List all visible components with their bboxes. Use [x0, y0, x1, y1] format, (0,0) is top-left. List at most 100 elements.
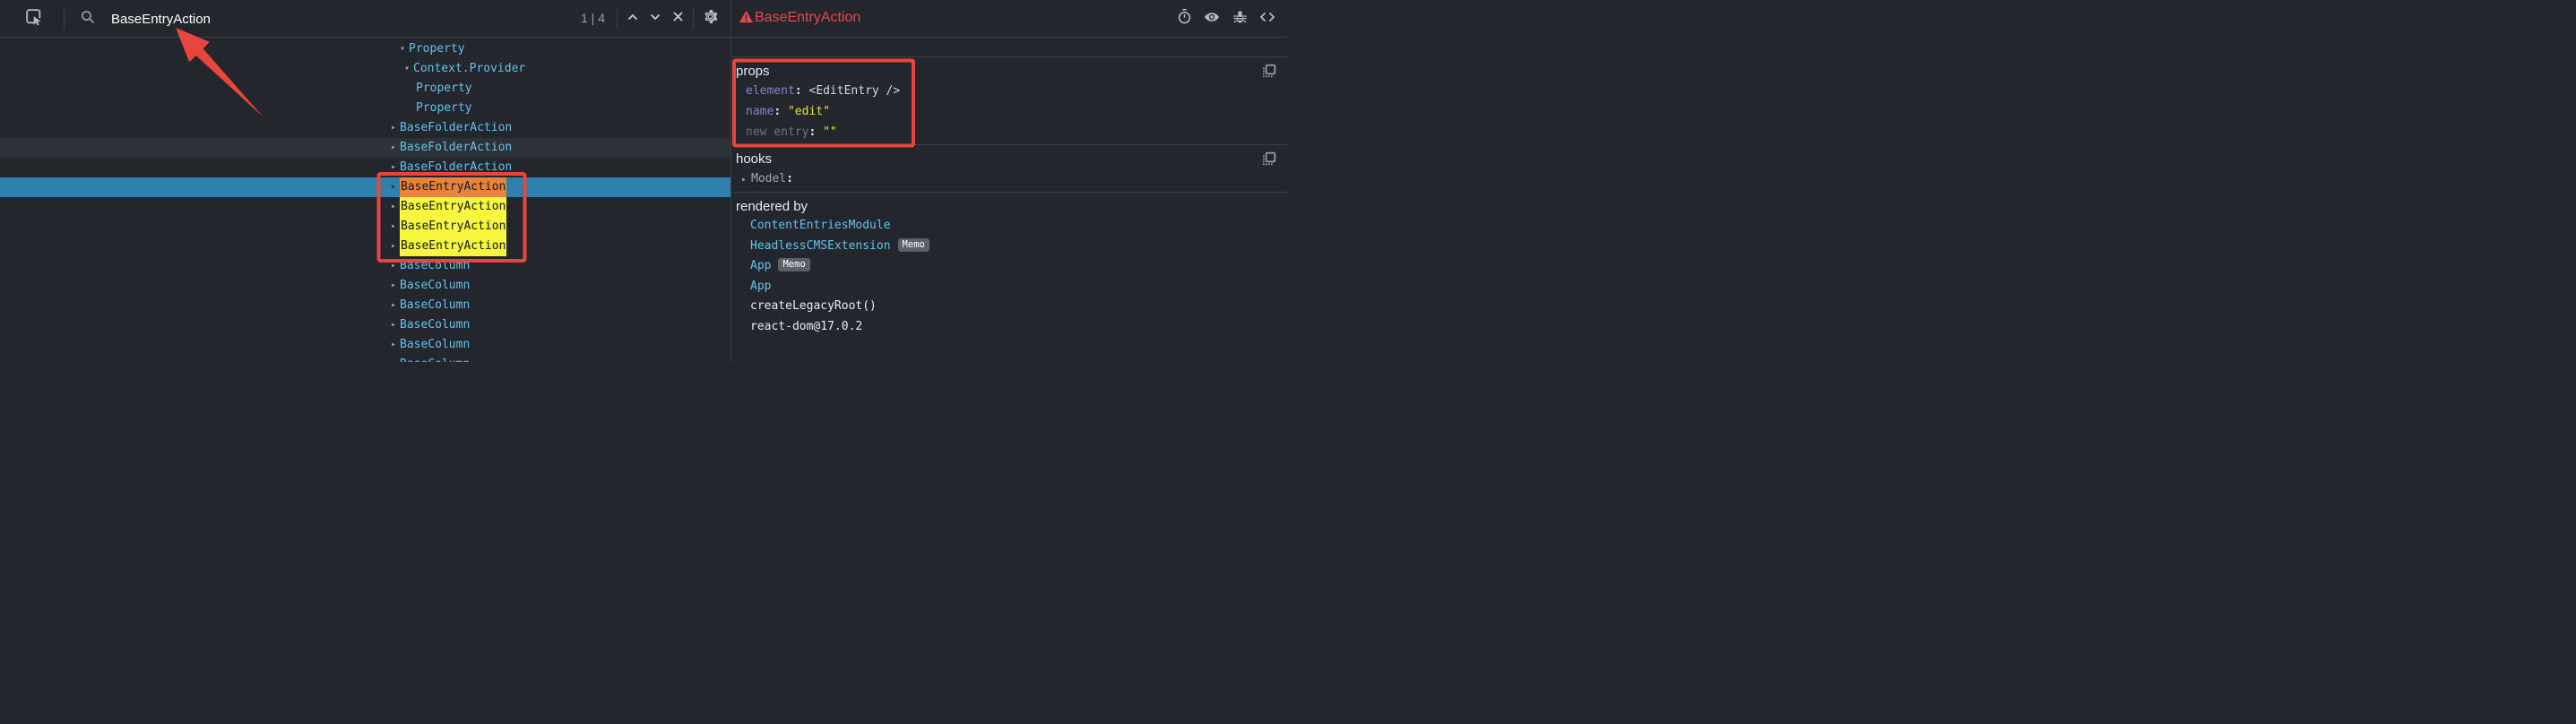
- prop-key[interactable]: new entry: [746, 125, 808, 139]
- clear-search-button[interactable]: [667, 8, 688, 30]
- rendered-by-item[interactable]: AppMemo: [736, 256, 1284, 277]
- rendered-by-item[interactable]: HeadlessCMSExtensionMemo: [736, 237, 1284, 257]
- owner-link[interactable]: HeadlessCMSExtension: [750, 239, 891, 253]
- expand-caret-icon[interactable]: ▸: [391, 138, 400, 158]
- prop-row[interactable]: name: "edit": [736, 101, 1284, 122]
- tree-row[interactable]: ▸BaseFolderAction: [0, 138, 730, 158]
- component-name: BaseColumn: [400, 298, 470, 312]
- suspend-toggle-button[interactable]: [1173, 8, 1195, 30]
- component-name: BaseColumn: [400, 338, 470, 351]
- component-tree: ▾Property▾Context.ProviderPropertyProper…: [0, 38, 730, 362]
- expand-caret-icon[interactable]: ▾: [404, 59, 413, 79]
- toolbar-separator: [617, 9, 618, 29]
- tree-row[interactable]: ▸BaseColumn: [0, 296, 730, 315]
- expand-caret-icon[interactable]: ▸: [391, 217, 400, 237]
- hooks-section: hooks ▸Model:: [731, 144, 1288, 192]
- prop-value[interactable]: <EditEntry />: [808, 84, 900, 98]
- tree-row[interactable]: Property: [0, 99, 730, 118]
- expand-caret-icon[interactable]: ▸: [391, 315, 400, 335]
- prop-value[interactable]: "": [823, 125, 837, 139]
- rendered-by-item[interactable]: ContentEntriesModule: [736, 216, 1284, 237]
- inspect-dom-button[interactable]: [1201, 8, 1223, 30]
- eye-icon: [1203, 8, 1221, 30]
- prop-key[interactable]: element: [746, 84, 795, 98]
- owner-link[interactable]: App: [750, 280, 771, 293]
- expand-caret-icon[interactable]: ▸: [391, 335, 400, 355]
- chevron-up-icon: [626, 10, 640, 29]
- owner-label: react-dom@17.0.2: [750, 320, 862, 333]
- rendered-by-item: createLegacyRoot(): [736, 297, 1284, 317]
- tree-row[interactable]: Property: [0, 79, 730, 99]
- owner-label: createLegacyRoot(): [750, 299, 877, 313]
- copy-props-button[interactable]: [1261, 63, 1277, 79]
- inspected-component-title: BaseEntryAction: [755, 10, 860, 26]
- tree-row[interactable]: ▸BaseColumn: [0, 315, 730, 335]
- code-icon: [1258, 8, 1276, 30]
- prop-value[interactable]: "edit": [788, 105, 830, 118]
- expand-caret-icon[interactable]: ▸: [391, 256, 400, 276]
- expand-caret-icon[interactable]: ▸: [391, 355, 400, 362]
- tree-row[interactable]: ▸BaseEntryAction: [0, 177, 730, 197]
- component-name: BaseEntryAction: [400, 197, 506, 217]
- expand-caret-icon[interactable]: ▸: [391, 197, 400, 217]
- tree-row[interactable]: ▸BaseColumn: [0, 355, 730, 362]
- expand-caret-icon[interactable]: ▸: [391, 237, 400, 256]
- tree-row[interactable]: ▸BaseEntryAction: [0, 217, 730, 237]
- log-component-button[interactable]: [1229, 8, 1250, 30]
- tree-row[interactable]: ▸BaseEntryAction: [0, 237, 730, 256]
- tree-row[interactable]: ▸BaseColumn: [0, 335, 730, 355]
- rendered-by-section: rendered by ContentEntriesModuleHeadless…: [731, 192, 1288, 339]
- tree-row[interactable]: ▸BaseFolderAction: [0, 118, 730, 138]
- bug-icon: [1232, 8, 1249, 30]
- component-name: BaseFolderAction: [400, 160, 512, 174]
- component-name: BaseFolderAction: [400, 121, 512, 134]
- expand-caret-icon[interactable]: ▸: [391, 158, 400, 177]
- tree-row[interactable]: ▾Property: [0, 39, 730, 59]
- rendered-by-item[interactable]: App: [736, 277, 1284, 297]
- toolbar: 1 | 4 BaseEntr: [0, 0, 1288, 38]
- tree-row[interactable]: ▾Context.Provider: [0, 59, 730, 79]
- owner-link[interactable]: ContentEntriesModule: [750, 219, 891, 232]
- tree-row[interactable]: ▸BaseColumn: [0, 256, 730, 276]
- tree-row[interactable]: ▸BaseColumn: [0, 276, 730, 296]
- chevron-down-icon: [648, 10, 662, 29]
- error-indicator: [735, 8, 756, 30]
- tree-row[interactable]: ▸BaseEntryAction: [0, 197, 730, 217]
- inspect-element-button[interactable]: [22, 8, 44, 30]
- expand-caret-icon[interactable]: ▸: [391, 276, 400, 296]
- search-input[interactable]: [109, 7, 432, 30]
- component-name: BaseEntryAction: [400, 237, 506, 256]
- component-name: BaseColumn: [400, 259, 470, 272]
- toolbar-separator: [693, 9, 694, 29]
- view-source-button[interactable]: [1257, 8, 1278, 30]
- prop-row[interactable]: element: <EditEntry />: [736, 81, 1284, 101]
- copy-icon: [1261, 67, 1277, 82]
- colon: :: [808, 125, 823, 139]
- expand-caret-icon[interactable]: ▾: [400, 39, 409, 59]
- colon: :: [774, 105, 788, 118]
- expand-caret-icon[interactable]: ▸: [741, 169, 751, 190]
- component-name: BaseColumn: [400, 358, 470, 362]
- expand-caret-icon[interactable]: ▸: [391, 296, 400, 315]
- hook-name[interactable]: Model: [751, 172, 786, 185]
- props-heading: props: [736, 63, 1284, 81]
- expand-caret-icon[interactable]: ▸: [391, 177, 400, 197]
- component-name: Property: [409, 42, 465, 56]
- prop-key[interactable]: name: [746, 105, 774, 118]
- settings-button[interactable]: [699, 8, 721, 30]
- copy-icon: [1261, 155, 1277, 170]
- copy-hooks-button[interactable]: [1261, 151, 1277, 167]
- prop-row[interactable]: new entry: "": [736, 122, 1284, 142]
- search-result-count: 1 | 4: [581, 11, 605, 25]
- next-match-button[interactable]: [644, 8, 666, 30]
- hook-row[interactable]: ▸Model:: [736, 168, 1284, 190]
- toolbar-separator: [64, 9, 65, 29]
- owner-link[interactable]: App: [750, 259, 771, 272]
- previous-match-button[interactable]: [622, 8, 644, 30]
- tree-row[interactable]: ▸BaseFolderAction: [0, 158, 730, 177]
- component-name: BaseColumn: [400, 318, 470, 332]
- component-name: BaseFolderAction: [400, 141, 512, 154]
- component-name: BaseEntryAction: [400, 217, 506, 237]
- inspector-actions: [1173, 8, 1278, 30]
- expand-caret-icon[interactable]: ▸: [391, 118, 400, 138]
